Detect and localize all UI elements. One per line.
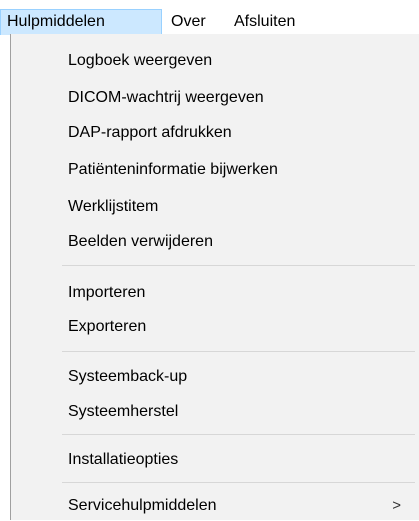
menu-separator [62,482,415,483]
menu-separator [62,351,415,352]
menu-afsluiten[interactable]: Afsluiten [228,9,318,35]
menu-item-label: Importeren [68,284,146,301]
menu-item-label: DAP-rapport afdrukken [68,124,232,141]
submenu-arrow-icon: > [392,497,401,514]
menu-item-beelden-verwijderen[interactable]: Beelden verwijderen [11,227,419,257]
menu-item-exporteren[interactable]: Exporteren [11,312,419,342]
menu-item-dap-rapport-afdrukken[interactable]: DAP-rapport afdrukken [11,118,419,148]
menu-bar: Hulpmiddelen Over Afsluiten [0,0,419,35]
menu-item-dicom-wachtrij-weergeven[interactable]: DICOM-wachtrij weergeven [11,83,419,113]
menu-item-systeemherstel[interactable]: Systeemherstel [11,397,419,427]
menu-item-label: Servicehulpmiddelen [68,497,217,514]
menu-hulpmiddelen[interactable]: Hulpmiddelen [0,9,162,35]
menu-item-label: Patiënteninformatie bijwerken [68,161,278,178]
menu-item-label: Exporteren [68,318,147,335]
menu-item-servicehulpmiddelen[interactable]: Servicehulpmiddelen > [11,491,419,521]
menu-item-importeren[interactable]: Importeren [11,278,419,308]
menu-item-logboek-weergeven[interactable]: Logboek weergeven [11,46,419,76]
menu-over[interactable]: Over [165,9,225,35]
menu-item-label: Werklijstitem [68,198,159,215]
menu-item-label: Systeemherstel [68,403,179,420]
hulpmiddelen-dropdown-menu: Logboek weergeven DICOM-wachtrij weergev… [10,34,419,520]
menu-separator [62,434,415,435]
menu-item-label: Beelden verwijderen [68,233,213,250]
menu-item-systeemback-up[interactable]: Systeemback-up [11,362,419,392]
menu-item-label: Logboek weergeven [68,52,213,69]
menu-item-label: Systeemback-up [68,368,188,385]
menu-separator [62,265,415,266]
menu-item-installatieopties[interactable]: Installatieopties [11,445,419,475]
menu-item-patienteninformatie-bijwerken[interactable]: Patiënteninformatie bijwerken [11,155,419,185]
menu-item-werklijstitem[interactable]: Werklijstitem [11,192,419,222]
menu-item-label: Installatieopties [68,451,179,468]
menu-item-label: DICOM-wachtrij weergeven [68,89,264,106]
